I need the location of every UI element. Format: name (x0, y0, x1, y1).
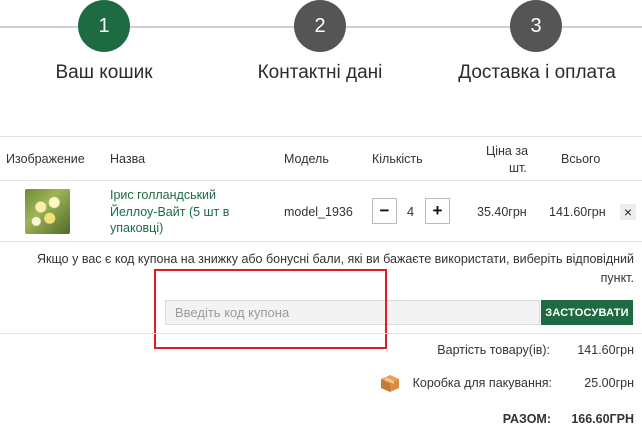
step-3-label: Доставка і оплата (458, 62, 616, 83)
header-price-line1: Ціна за (486, 144, 529, 158)
table-header-border (0, 180, 642, 181)
step-3-number: 3 (530, 14, 542, 37)
apply-coupon-button[interactable]: ЗАСТОСУВАТИ (541, 300, 633, 325)
quantity-input[interactable]: 4 (397, 198, 424, 224)
steps-line-right (562, 26, 642, 28)
step-1-number: 1 (98, 14, 110, 37)
subtotal-label: Вартість товару(ів): (437, 343, 550, 357)
header-name: Назва (110, 152, 146, 166)
close-icon: × (623, 204, 633, 220)
header-quantity: Кількість (372, 152, 423, 166)
product-model: model_1936 (284, 205, 353, 219)
subtotal-value: 141.60грн (577, 343, 634, 357)
table-top-border (0, 136, 642, 137)
step-1-label: Ваш кошик (55, 62, 153, 83)
remove-item-button[interactable]: × (620, 204, 636, 220)
header-total: Всього (561, 152, 601, 166)
step-1-circle[interactable]: 1 (78, 0, 130, 52)
plus-icon: + (432, 201, 443, 220)
header-price-line2: шт. (509, 161, 527, 175)
quantity-increase-button[interactable]: + (425, 198, 450, 224)
total-value: 166.60ГРН (571, 412, 634, 426)
quantity-decrease-button[interactable]: − (372, 198, 397, 224)
header-image: Изображение (6, 152, 85, 166)
step-2-label: Контактні дані (257, 62, 383, 83)
minus-icon: − (379, 201, 390, 220)
product-image[interactable] (25, 189, 70, 234)
package-box-icon (381, 375, 399, 392)
step-3-circle[interactable]: 3 (510, 0, 562, 52)
step-2-number: 2 (314, 14, 326, 37)
coupon-bottom-border (0, 333, 642, 334)
steps-line-1-2 (130, 26, 296, 28)
header-model: Модель (284, 152, 329, 166)
step-2-circle[interactable]: 2 (294, 0, 346, 52)
table-row-border (0, 241, 642, 242)
packaging-label: Коробка для пакування: (412, 376, 552, 390)
steps-line-2-3 (346, 26, 512, 28)
packaging-value: 25.00грн (584, 376, 634, 390)
product-name-link[interactable]: Ірис голландський Йеллоу-Вайт (5 шт в уп… (110, 187, 260, 237)
highlight-box (154, 269, 387, 349)
steps-line-left (0, 26, 80, 28)
total-label: РАЗОМ: (502, 412, 551, 426)
product-unit-price: 35.40грн (477, 205, 527, 219)
product-line-total: 141.60грн (549, 205, 606, 219)
